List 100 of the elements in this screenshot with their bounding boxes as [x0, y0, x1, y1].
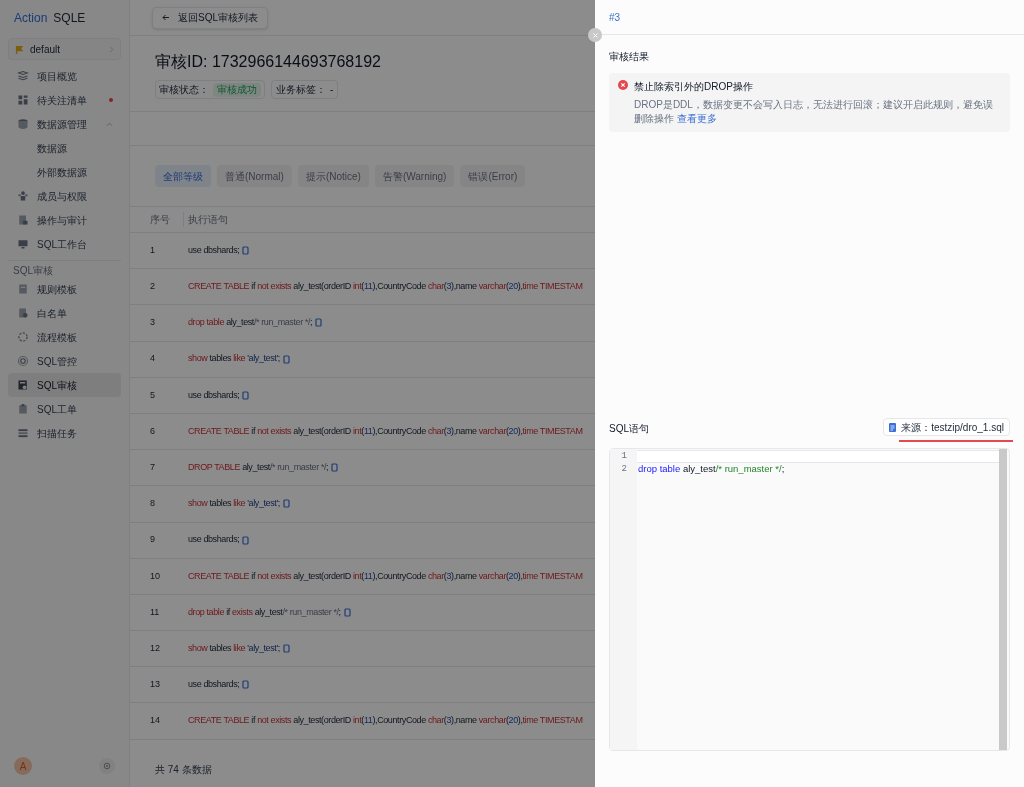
copy-icon[interactable] [282, 354, 290, 364]
people-icon [17, 190, 29, 202]
table-cell-text: 4 [150, 352, 156, 366]
table-cell-text: 8 [150, 497, 156, 511]
document-icon [17, 307, 29, 319]
section-heading: SQL审核 [12, 263, 53, 277]
copy-icon[interactable] [315, 318, 323, 328]
sql-statement: use dbshards; [188, 388, 240, 402]
sql-statement: show tables like 'aly_test'; [188, 497, 280, 511]
table-cell-text: 9 [150, 533, 156, 547]
sidebar-item[interactable]: 成员与权限 [8, 184, 121, 208]
flag-icon [15, 44, 24, 54]
scrollbar[interactable] [999, 449, 1007, 750]
line-number: 2 [621, 463, 627, 476]
sidebar-item[interactable]: 数据源管理 [8, 112, 121, 136]
sidebar-item[interactable]: 操作与审计 [8, 208, 121, 232]
level-tab[interactable]: 全部等级 [155, 165, 211, 187]
document-icon [17, 214, 29, 226]
table-cell-text: 5 [150, 388, 156, 402]
section-heading: SQL语句 [609, 422, 649, 436]
sidebar-item[interactable]: SQL审核 [8, 373, 121, 397]
logo-text: SQLE [53, 10, 86, 27]
close-button[interactable] [588, 28, 602, 42]
logo-text: Action [14, 10, 48, 27]
sql-statement: CREATE TABLE if not exists aly_test(orderID int(11),CountryCode char(3),name varchar(20),time TIMESTAM [188, 569, 583, 583]
target-icon [17, 355, 29, 367]
sql-statement: DROP TABLE aly_test/* run_master */; [188, 460, 329, 474]
sidebar-item[interactable]: 规则模板 [8, 277, 121, 301]
source-tag: 来源：testzip/dro_1.sql [883, 418, 1010, 436]
error-icon [618, 80, 628, 90]
view-more-link[interactable]: 查看更多 [676, 113, 717, 124]
list-icon [17, 427, 29, 439]
code-line: drop table aly_test/* run_master */; [638, 462, 785, 477]
business-tag-value: - [330, 83, 334, 97]
sql-statement: show tables like 'aly_test'; [188, 641, 280, 655]
clipboard-icon [17, 403, 29, 415]
page-title: 审核ID: 1732966144693768192 [155, 52, 381, 72]
database-icon [17, 118, 29, 130]
sql-statement: use dbshards; [188, 533, 240, 547]
sidebar-subitem[interactable]: 外部数据源 [8, 160, 121, 184]
file-icon [889, 422, 897, 432]
project-selector[interactable]: default [8, 38, 121, 60]
line-number: 1 [621, 450, 627, 463]
sql-statement: show tables like 'aly_test'; [188, 352, 280, 366]
sql-statement: drop table if exists aly_test/* run_master */; [188, 605, 341, 619]
copy-icon[interactable] [242, 246, 250, 256]
table-cell-text: 1 [150, 243, 156, 257]
table-cell-text: 13 [150, 678, 161, 692]
copy-icon[interactable] [343, 607, 351, 617]
copy-icon[interactable] [242, 390, 250, 400]
drawer-title: #3 [609, 10, 621, 25]
sidebar-subitem[interactable]: 数据源 [8, 136, 121, 160]
sql-statement: use dbshards; [188, 243, 240, 257]
total-count: 共 74 条数据 [155, 762, 212, 777]
arrow-left-icon [162, 14, 170, 21]
section-heading: 审核结果 [609, 50, 649, 64]
sql-statement: CREATE TABLE if not exists aly_test(orderID int(11),CountryCode char(3),name varchar(20),time TIMESTAM [188, 424, 583, 438]
level-tab[interactable]: 普通(Normal) [217, 165, 292, 187]
rule-description: DROP是DDL，数据变更不会写入日志，无法进行回滚；建议开启此规则，避免误删除操作 查看更多 [634, 98, 994, 126]
sidebar-item[interactable]: 项目概览 [8, 64, 121, 88]
sidebar-item[interactable]: SQL工作台 [8, 232, 121, 256]
back-button[interactable]: 返回SQL审核列表 [152, 6, 268, 29]
table-cell-text: 11 [150, 605, 161, 619]
layers-icon [17, 70, 29, 82]
copy-icon[interactable] [282, 499, 290, 509]
sidebar-item[interactable]: 流程模板 [8, 325, 121, 349]
copy-icon[interactable] [242, 535, 250, 545]
sidebar-item[interactable]: 扫描任务 [8, 421, 121, 445]
column-header: 执行语句 [187, 213, 228, 227]
close-icon [592, 32, 598, 38]
dashboard-icon [17, 94, 29, 106]
level-tab[interactable]: 错误(Error) [460, 165, 526, 187]
dashed-circle-icon [17, 331, 29, 343]
level-tab[interactable]: 提示(Notice) [297, 165, 369, 187]
sql-statement: CREATE TABLE if not exists aly_test(orderID int(11),CountryCode char(3),name varchar(20),time TIMESTAM [188, 714, 583, 728]
copy-icon[interactable] [282, 644, 290, 654]
copy-icon[interactable] [242, 680, 250, 690]
sql-statement: drop table aly_test/* run_master */; [188, 316, 313, 330]
table-cell-text: 3 [150, 316, 156, 330]
table-cell-text: 14 [150, 714, 161, 728]
status-badge: 审核成功 [213, 82, 261, 97]
sidebar-item[interactable]: 白名单 [8, 301, 121, 325]
business-tag-label: 业务标签： [276, 83, 326, 97]
sidebar-item[interactable]: SQL工单 [8, 397, 121, 421]
table-cell-text: 10 [150, 569, 161, 583]
settings-icon [103, 762, 111, 770]
table-cell-text: 2 [150, 280, 156, 294]
sidebar-item[interactable]: 待关注清单 [8, 88, 121, 112]
column-header: 序号 [150, 212, 184, 227]
sql-statement: CREATE TABLE if not exists aly_test(orderID int(11),CountryCode char(3),name varchar(20),time TIMESTAM [188, 280, 583, 294]
table-cell-text: 7 [150, 460, 156, 474]
level-tab[interactable]: 告警(Warning) [374, 165, 455, 187]
monitor-icon [17, 238, 29, 250]
copy-icon[interactable] [331, 463, 339, 473]
status-label: 审核状态： [159, 83, 209, 97]
rule-title: 禁止除索引外的DROP操作 [634, 80, 753, 94]
table-cell-text: 12 [150, 641, 161, 655]
table-cell-text: 6 [150, 424, 156, 438]
settings-button[interactable] [99, 758, 115, 774]
sidebar-item[interactable]: SQL管控 [8, 349, 121, 373]
